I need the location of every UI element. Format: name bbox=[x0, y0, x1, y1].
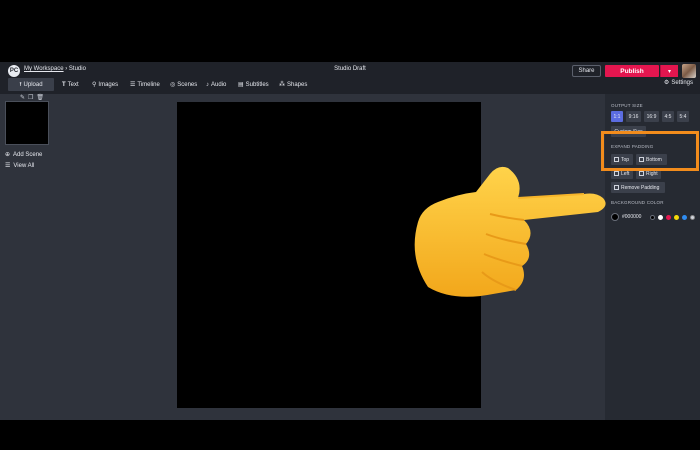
scene-thumbnail[interactable] bbox=[5, 101, 49, 145]
timeline-icon: ☰ bbox=[130, 82, 136, 88]
search-icon: ⚲ bbox=[92, 82, 97, 88]
color-picker-icon[interactable] bbox=[690, 214, 696, 220]
remove-padding-checkbox[interactable]: Remove Padding bbox=[611, 182, 665, 193]
shapes-tool-button[interactable]: ⁂ Shapes bbox=[279, 78, 307, 91]
checkbox-icon bbox=[614, 171, 619, 176]
view-all-button[interactable]: ☰ View All bbox=[5, 162, 35, 170]
background-color-row: #000000 bbox=[611, 210, 697, 224]
subtitles-icon: ▤ bbox=[238, 82, 244, 88]
checkbox-icon bbox=[639, 171, 644, 176]
output-size-heading: OUTPUT SIZE bbox=[611, 103, 643, 108]
breadcrumb-separator: › bbox=[65, 66, 68, 72]
images-tool-label: Images bbox=[98, 81, 119, 88]
size-4-5-button[interactable]: 4:5 bbox=[662, 111, 674, 122]
settings-button[interactable]: ⚙ Settings bbox=[663, 79, 693, 87]
music-note-icon: ♪ bbox=[206, 81, 209, 88]
images-tool-button[interactable]: ⚲ Images bbox=[92, 78, 118, 91]
breadcrumb-section: Studio bbox=[68, 66, 86, 72]
checkbox-icon bbox=[614, 185, 619, 190]
audio-tool-label: Audio bbox=[211, 81, 227, 88]
add-scene-button[interactable]: ⊕ Add Scene bbox=[5, 151, 43, 159]
padding-right-label: Right bbox=[646, 170, 658, 177]
upload-icon: ⭱ bbox=[19, 81, 22, 88]
plus-circle-icon: ⊕ bbox=[5, 152, 11, 158]
size-5-4-button[interactable]: 5:4 bbox=[677, 111, 689, 122]
scenes-icon: ◎ bbox=[170, 82, 176, 88]
current-color-swatch[interactable] bbox=[611, 213, 619, 221]
duplicate-icon[interactable]: ❐ bbox=[28, 94, 33, 101]
breadcrumb: My Workspace › Studio bbox=[24, 66, 86, 72]
subtitles-tool-label: Subtitles bbox=[245, 81, 269, 88]
workspace-logo-icon[interactable]: PC bbox=[8, 65, 20, 77]
color-swatch-red[interactable] bbox=[666, 214, 672, 220]
size-9-16-button[interactable]: 9:16 bbox=[626, 111, 641, 122]
user-avatar[interactable] bbox=[682, 64, 696, 78]
pointing-hand-icon bbox=[414, 166, 606, 297]
add-scene-label: Add Scene bbox=[13, 151, 43, 158]
background-color-heading: BACKGROUND COLOR bbox=[611, 200, 664, 205]
scenes-tool-label: Scenes bbox=[177, 81, 198, 88]
shapes-icon: ⁂ bbox=[279, 82, 285, 88]
text-tool-button[interactable]: T Text bbox=[62, 78, 79, 91]
trash-icon[interactable]: 🗑 bbox=[36, 94, 44, 101]
subtitles-tool-button[interactable]: ▤ Subtitles bbox=[238, 78, 269, 91]
background-color-highlight-box bbox=[601, 131, 699, 171]
edit-icon[interactable]: ✎ bbox=[20, 94, 25, 101]
shapes-tool-label: Shapes bbox=[287, 81, 308, 88]
scene-thumbnail-tools: ✎ ❐ 🗑 bbox=[20, 94, 44, 101]
text-tool-label: Text bbox=[67, 81, 79, 88]
color-swatch-yellow[interactable] bbox=[674, 214, 680, 220]
gear-icon: ⚙ bbox=[663, 80, 670, 86]
scenes-panel: ✎ ❐ 🗑 ⊕ Add Scene ☰ View All bbox=[0, 94, 60, 420]
hex-color-input[interactable]: #000000 bbox=[622, 214, 641, 220]
color-swatch-blue[interactable] bbox=[682, 214, 688, 220]
timeline-tool-label: Timeline bbox=[137, 81, 160, 88]
publish-button[interactable]: Publish bbox=[605, 65, 659, 77]
editor-toolbar: ⭱ Upload T Text ⚲ Images ☰ Timeline ◎ Sc… bbox=[0, 78, 700, 92]
scenes-tool-button[interactable]: ◎ Scenes bbox=[170, 78, 197, 91]
video-frame: PC My Workspace › Studio Studio Draft Sh… bbox=[0, 0, 700, 450]
color-swatch-black[interactable] bbox=[650, 214, 656, 220]
color-swatch-white[interactable] bbox=[658, 214, 664, 220]
upload-label: Upload bbox=[23, 81, 43, 88]
padding-left-label: Left bbox=[621, 170, 630, 177]
share-button[interactable]: Share bbox=[572, 65, 601, 77]
project-title[interactable]: Studio Draft bbox=[300, 66, 400, 72]
list-icon: ☰ bbox=[5, 163, 11, 169]
view-all-label: View All bbox=[13, 162, 35, 169]
remove-padding-label: Remove Padding bbox=[621, 184, 660, 191]
audio-tool-button[interactable]: ♪ Audio bbox=[206, 78, 226, 91]
size-16-9-button[interactable]: 16:9 bbox=[644, 111, 659, 122]
breadcrumb-workspace-link[interactable]: My Workspace bbox=[24, 66, 64, 72]
publish-dropdown-icon[interactable]: ▾ bbox=[660, 65, 678, 77]
timeline-tool-button[interactable]: ☰ Timeline bbox=[130, 78, 160, 91]
settings-label: Settings bbox=[671, 79, 693, 86]
text-icon: T bbox=[62, 81, 66, 88]
upload-button[interactable]: ⭱ Upload bbox=[8, 78, 54, 91]
size-1-1-button[interactable]: 1:1 bbox=[611, 111, 623, 122]
app-header: PC My Workspace › Studio Studio Draft Sh… bbox=[0, 62, 700, 94]
